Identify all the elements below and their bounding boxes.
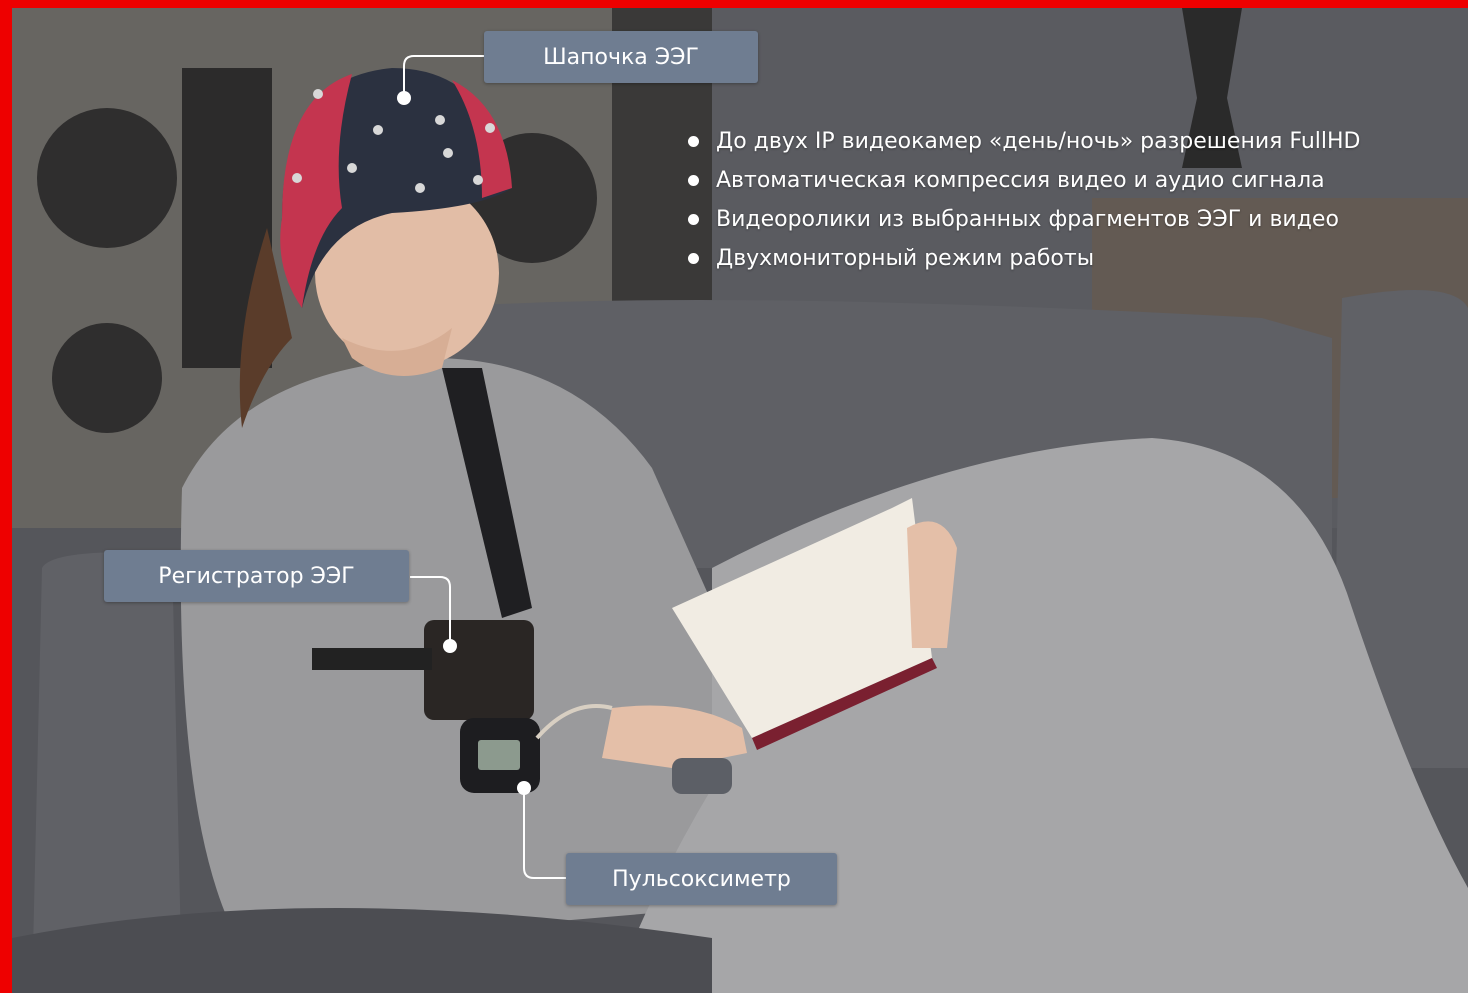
feature-text: До двух IP видеокамер «день/ночь» разреш…: [716, 129, 1361, 154]
feature-item: До двух IP видеокамер «день/ночь» разреш…: [688, 122, 1360, 161]
bullet-icon: [688, 214, 699, 225]
finger-sensor: [672, 758, 732, 794]
chest-strap: [312, 648, 432, 670]
feature-item: Двухмониторный режим работы: [688, 239, 1360, 278]
callout-eeg-recorder: Регистратор ЭЭГ: [104, 550, 409, 602]
feature-text: Автоматическая компрессия видео и аудио …: [716, 168, 1325, 193]
bullet-icon: [688, 136, 699, 147]
feature-item: Видеоролики из выбранных фрагментов ЭЭГ …: [688, 200, 1360, 239]
feature-item: Автоматическая компрессия видео и аудио …: [688, 161, 1360, 200]
wall-decor-circle: [37, 108, 177, 248]
callout-pulse-oximeter: Пульсоксиметр: [566, 853, 837, 905]
feature-list: До двух IP видеокамер «день/ночь» разреш…: [688, 122, 1360, 278]
eeg-recorder-device: [424, 620, 534, 720]
bullet-icon: [688, 175, 699, 186]
bullet-icon: [688, 253, 699, 264]
wall-decor-circle: [52, 323, 162, 433]
feature-text: Двухмониторный режим работы: [716, 246, 1095, 271]
feature-text: Видеоролики из выбранных фрагментов ЭЭГ …: [716, 207, 1339, 232]
callout-eeg-cap: Шапочка ЭЭГ: [484, 31, 758, 83]
